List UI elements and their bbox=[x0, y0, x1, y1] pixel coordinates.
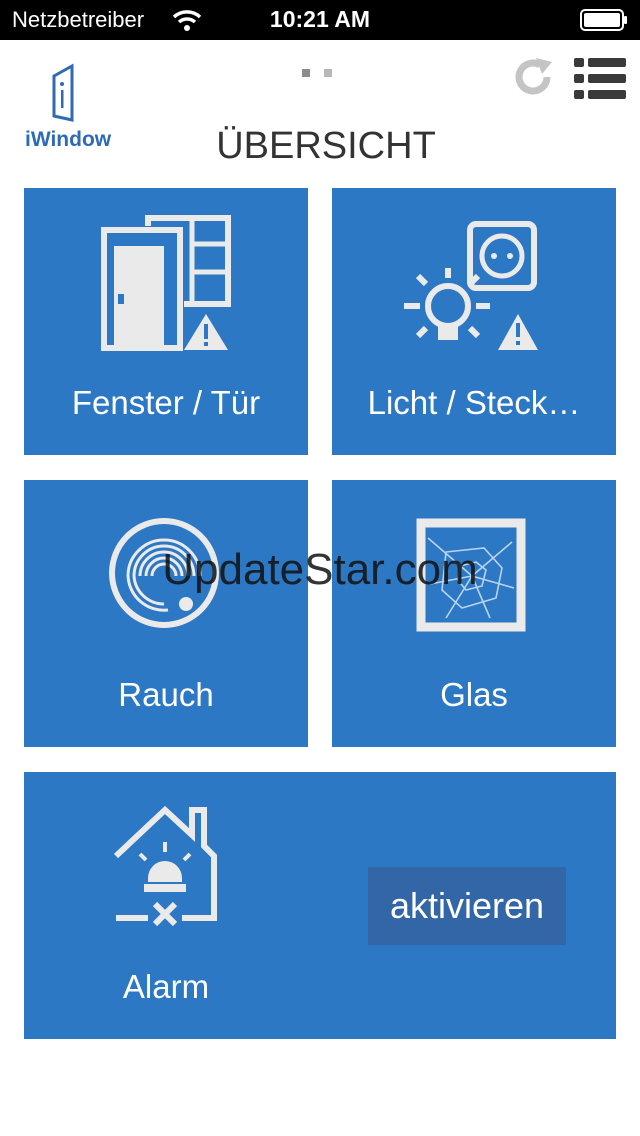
tile-alarm[interactable]: Alarm aktivieren bbox=[24, 772, 616, 1039]
tile-label: Glas bbox=[440, 676, 508, 713]
page-title: ÜBERSICHT bbox=[216, 125, 436, 167]
status-time: 10:21 AM bbox=[269, 6, 371, 32]
logo-window-icon bbox=[52, 63, 74, 122]
light-socket-icon bbox=[404, 221, 538, 350]
battery-icon bbox=[580, 9, 627, 31]
page-dot[interactable] bbox=[324, 69, 332, 77]
refresh-icon[interactable] bbox=[512, 56, 554, 98]
tile-label: Licht / Steck… bbox=[367, 384, 581, 421]
activate-button[interactable]: aktivieren bbox=[368, 867, 566, 945]
tile-rauch[interactable]: Rauch bbox=[24, 480, 308, 747]
tile-label: Alarm bbox=[122, 968, 210, 1005]
broken-glass-icon bbox=[416, 518, 526, 632]
page-indicator[interactable] bbox=[302, 64, 346, 82]
tile-label: Rauch bbox=[118, 676, 214, 713]
house-alarm-icon bbox=[113, 805, 217, 927]
tile-fenster-tuer[interactable]: Fenster / Tür bbox=[24, 188, 308, 455]
tile-label: Fenster / Tür bbox=[71, 384, 261, 421]
status-bar: Netzbetreiber 10:21 AM bbox=[0, 0, 640, 40]
list-menu-icon[interactable] bbox=[574, 56, 626, 102]
tile-glas[interactable]: Glas bbox=[332, 480, 616, 747]
page-dot-active[interactable] bbox=[302, 69, 310, 77]
smoke-detector-icon bbox=[109, 518, 219, 628]
door-window-icon bbox=[100, 215, 231, 352]
tile-licht-steckdose[interactable]: Licht / Steck… bbox=[332, 188, 616, 455]
